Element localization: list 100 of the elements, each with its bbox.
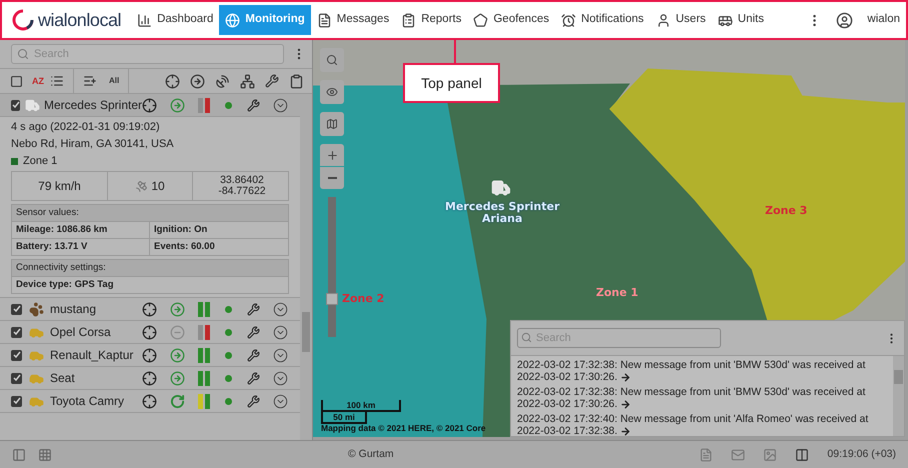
table-header: Sensor values: [12, 205, 288, 222]
callout-box: Top panel [403, 63, 500, 103]
check-icon [12, 351, 20, 359]
checkbox[interactable] [11, 326, 22, 338]
table-cell-text: Device type: GPS Tag [15, 278, 114, 292]
check-icon [12, 101, 20, 109]
add-list-icon[interactable] [83, 74, 97, 88]
scale-label: 100 km [321, 400, 401, 412]
checkbox[interactable] [11, 372, 22, 384]
clock-text: 09:19:06 (+03) [827, 446, 896, 462]
zone-label: Zone 2 [342, 291, 384, 307]
zone-label: Zone 3 [765, 203, 808, 219]
check-icon [12, 397, 20, 405]
arrow-icon[interactable] [620, 426, 632, 436]
dropdown-icon[interactable] [273, 348, 288, 362]
select-all-icon[interactable] [10, 74, 23, 88]
globe-icon [225, 12, 240, 28]
unit-name[interactable]: Renault_Kaptur [50, 346, 134, 364]
search-icon [326, 54, 338, 66]
nav-tab[interactable]: Geofences [467, 5, 556, 35]
message-text: 2022-03-02 17:32:38: New message from unit 'BMW 530d' was received at 2022-03-02 17:30:26. [517, 386, 866, 410]
wrench-icon[interactable] [247, 302, 260, 316]
unit-name[interactable]: Seat [50, 369, 75, 387]
nav-tab[interactable]: Users [650, 5, 712, 35]
plus-icon [326, 148, 338, 162]
wrench-icon[interactable] [265, 74, 279, 88]
satellite-dish-icon[interactable] [215, 74, 230, 88]
unit-map-label: Mercedes Sprinter [445, 201, 560, 213]
clipboard-icon[interactable] [289, 74, 304, 88]
crosshair-icon[interactable] [142, 98, 157, 112]
wrench-icon[interactable] [247, 348, 260, 362]
user-icon [656, 12, 671, 28]
dropdown-icon[interactable] [273, 394, 288, 408]
unit-name[interactable]: Toyota Camry [50, 392, 124, 410]
checkbox[interactable] [11, 100, 20, 110]
nav-tab[interactable]: Notifications [555, 5, 650, 35]
unit-map-label: Ariana [482, 213, 522, 225]
user-name[interactable]: wialon [867, 11, 900, 29]
scrollbar[interactable] [893, 356, 904, 436]
polygon-icon [473, 12, 488, 28]
visibility-button[interactable] [320, 80, 344, 104]
wrench-icon[interactable] [247, 326, 260, 338]
arrow-icon[interactable] [620, 398, 632, 410]
dropdown-icon[interactable] [273, 302, 288, 316]
message-text: 2022-03-02 17:32:40: New message from unit 'Alfa Romeo' was received at 2022-03-02 17:32:38. [517, 413, 870, 436]
minus-icon [328, 177, 336, 179]
dropdown-icon[interactable] [273, 98, 288, 112]
checkbox[interactable] [11, 304, 22, 314]
map-layers-button[interactable] [320, 112, 344, 136]
wrench-icon[interactable] [247, 394, 260, 408]
dropdown-icon[interactable] [273, 370, 288, 386]
unit-name[interactable]: mustang [50, 300, 96, 318]
alarm-clock-icon [561, 12, 576, 28]
arrow-icon[interactable] [620, 372, 632, 383]
user-icon[interactable] [836, 12, 854, 28]
nav-tab[interactable]: Dashboard [131, 5, 220, 35]
crosshair-icon[interactable] [165, 74, 180, 88]
wrench-icon[interactable] [247, 372, 260, 384]
satellite-count: 10 [151, 179, 165, 193]
wrench-icon[interactable] [247, 98, 260, 112]
map-icon [326, 118, 338, 130]
crosshair-icon[interactable] [142, 302, 157, 316]
latitude-text: 33.86402 [220, 175, 264, 186]
arrow-circle-icon[interactable] [190, 74, 205, 88]
nav-tab[interactable]: Reports [395, 5, 468, 35]
eye-icon [326, 86, 338, 98]
scrollbar[interactable] [300, 94, 312, 440]
message-text: 2022-03-02 17:32:38: New message from unit 'BMW 530d' was received at 2022-03-02 17:30:26. [517, 359, 866, 383]
longitude-text: -84.77622 [218, 186, 266, 197]
search-icon [17, 48, 29, 60]
zone-name: Zone 1 [23, 154, 58, 168]
zoom-out-button[interactable] [320, 167, 344, 189]
checkbox[interactable] [11, 350, 22, 360]
zoom-in-button[interactable] [320, 144, 344, 166]
last-message-time: 4 s ago (2022-01-31 09:19:02) [11, 120, 161, 134]
checkbox[interactable] [11, 396, 22, 406]
list-all-button[interactable]: All [109, 77, 120, 85]
search-icon [521, 332, 532, 343]
map-search-button[interactable] [320, 48, 344, 72]
nav-tab[interactable]: Units [712, 5, 770, 35]
logo-text: wialonlocal [38, 8, 122, 32]
dropdown-icon[interactable] [273, 324, 288, 340]
zoom-slider-thumb[interactable] [326, 293, 338, 305]
crosshair-icon[interactable] [142, 370, 157, 386]
crosshair-icon[interactable] [142, 394, 157, 408]
clipboard-icon [401, 12, 416, 28]
chart-icon [137, 12, 152, 28]
check-icon [12, 328, 20, 336]
unit-name[interactable]: Opel Corsa [50, 323, 111, 341]
list-icon[interactable] [50, 74, 64, 88]
columns-icon[interactable] [795, 448, 810, 462]
crosshair-icon[interactable] [142, 348, 157, 362]
crosshair-icon[interactable] [142, 324, 157, 340]
copyright-text: © Gurtam [348, 446, 394, 462]
table-cell: Mileage: 1086.86 km [12, 222, 150, 239]
logo-icon [12, 9, 34, 31]
nav-tab[interactable]: Messages [310, 5, 396, 35]
network-icon[interactable] [240, 74, 255, 88]
zoom-slider-track[interactable] [328, 197, 336, 337]
van-icon[interactable] [491, 178, 511, 198]
